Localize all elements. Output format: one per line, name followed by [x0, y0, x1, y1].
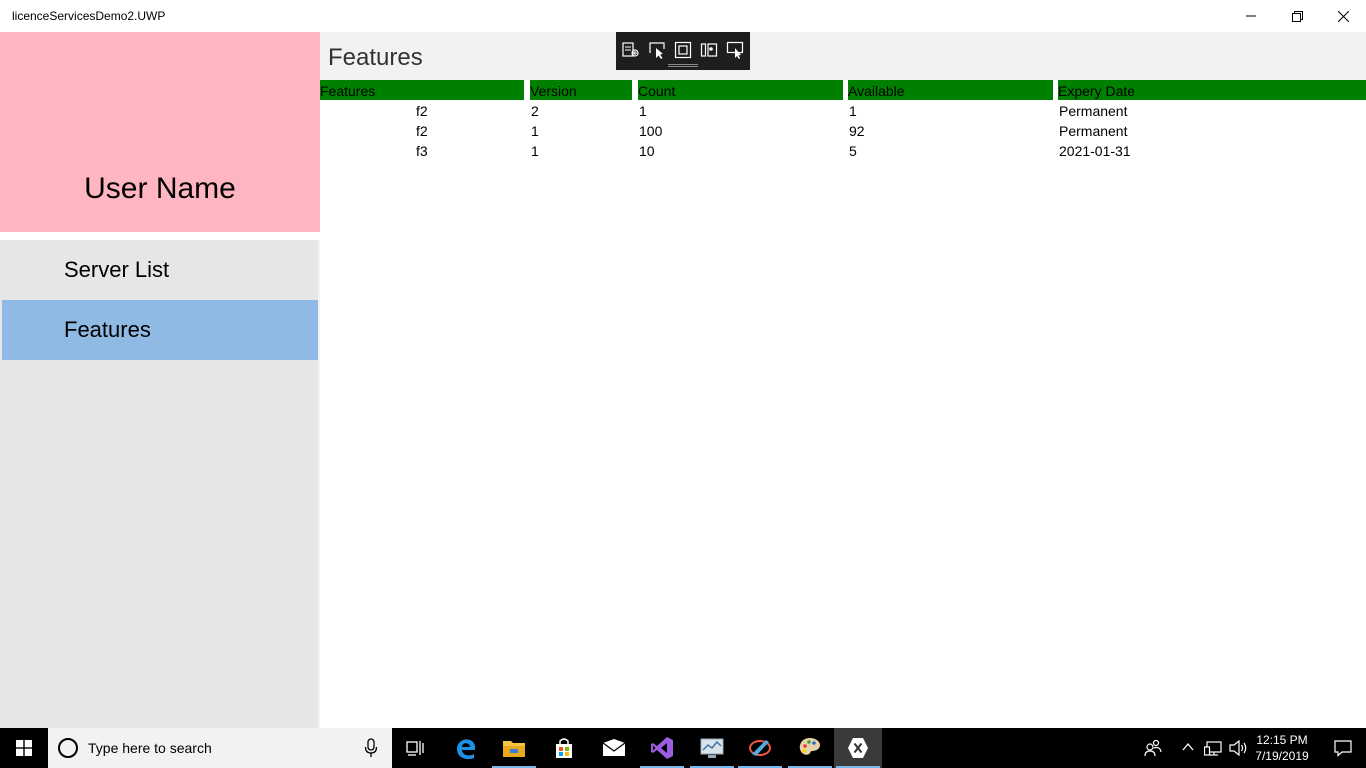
cortana-icon — [58, 738, 78, 758]
debug-toolbar — [616, 32, 750, 70]
minimize-icon — [1246, 15, 1256, 17]
sidebar-item-server-list[interactable]: Server List — [2, 240, 318, 300]
sidebar-item-label: Server List — [64, 257, 170, 282]
display-layout-adorners-icon[interactable] — [674, 41, 692, 59]
edge-browser-icon — [457, 739, 476, 760]
minimize-button[interactable] — [1228, 0, 1274, 32]
navigation-pane: User Name Server List Features — [0, 32, 320, 728]
file-explorer-icon — [503, 741, 525, 757]
column-header-version[interactable]: Version — [530, 80, 632, 100]
select-element-icon[interactable] — [648, 41, 666, 59]
table-cell-version: 2 — [531, 103, 539, 119]
table-cell-available: 5 — [849, 143, 857, 159]
action-center-button[interactable] — [1320, 728, 1366, 768]
sidebar-item-label: Features — [64, 317, 151, 342]
toolbar-drag-handle[interactable] — [668, 64, 698, 67]
taskbar-paint-3d[interactable] — [736, 728, 784, 768]
chevron-up-icon[interactable] — [1182, 742, 1194, 752]
close-icon — [1337, 10, 1349, 22]
search-placeholder: Type here to search — [88, 740, 212, 756]
people-icon[interactable] — [1144, 738, 1162, 758]
taskbar-edge[interactable] — [442, 728, 490, 768]
user-name: User Name — [84, 172, 236, 205]
nav-list: Server List Features — [2, 240, 318, 360]
clock-date: 7/19/2019 — [1255, 749, 1309, 763]
volume-icon[interactable] — [1228, 738, 1248, 758]
close-button[interactable] — [1320, 0, 1366, 32]
taskbar-mail[interactable] — [590, 728, 638, 768]
table-cell-feature: f3 — [416, 143, 428, 159]
table-cell-expiry: 2021-01-31 — [1059, 143, 1131, 159]
live-visual-tree-icon[interactable] — [622, 41, 640, 59]
network-icon[interactable] — [1204, 738, 1222, 758]
table-cell-count: 1 — [639, 103, 647, 119]
xamarin-app-icon — [848, 738, 868, 758]
start-button[interactable] — [0, 728, 48, 768]
content-area: Features Features Version Count Availabl… — [320, 32, 1366, 728]
taskbar-store[interactable] — [540, 728, 588, 768]
title-bar: licenceServicesDemo2.UWP — [0, 0, 1366, 32]
table-cell-feature: f2 — [416, 123, 428, 139]
task-view-icon — [406, 741, 424, 756]
page-title: Features — [328, 44, 423, 71]
column-header-expery-date[interactable]: Expery Date — [1058, 80, 1366, 100]
mail-icon — [602, 739, 626, 756]
windows-logo-icon — [16, 740, 32, 756]
taskbar-app-monitor[interactable] — [688, 728, 736, 768]
microphone-icon[interactable] — [364, 738, 378, 758]
table-cell-feature: f2 — [416, 103, 428, 119]
display-rulers-icon[interactable] — [726, 41, 744, 59]
table-cell-available: 1 — [849, 103, 857, 119]
taskbar-file-explorer[interactable] — [490, 728, 538, 768]
visual-studio-icon — [651, 737, 673, 759]
task-view-button[interactable] — [392, 728, 440, 768]
taskbar-search-box[interactable]: Type here to search — [48, 728, 392, 768]
paint-3d-icon — [749, 740, 771, 756]
table-cell-version: 1 — [531, 123, 539, 139]
content-header: Features — [320, 32, 1366, 80]
table-cell-expiry: Permanent — [1059, 103, 1128, 119]
track-focus-icon[interactable] — [700, 41, 718, 59]
notification-icon — [1334, 740, 1352, 757]
window-title: licenceServicesDemo2.UWP — [12, 9, 166, 23]
column-header-count[interactable]: Count — [638, 80, 843, 100]
clock-time: 12:15 PM — [1256, 733, 1308, 747]
table-cell-available: 92 — [849, 123, 865, 139]
table-cell-version: 1 — [531, 143, 539, 159]
pane-divider — [0, 232, 320, 240]
paint-palette-icon — [799, 738, 820, 755]
restore-button[interactable] — [1274, 0, 1320, 32]
table-cell-expiry: Permanent — [1059, 123, 1128, 139]
restore-icon — [1291, 10, 1303, 22]
taskbar-paint[interactable] — [786, 728, 834, 768]
sidebar-item-features[interactable]: Features — [2, 300, 318, 360]
column-header-features[interactable]: Features — [320, 80, 524, 100]
taskbar-xamarin-app[interactable] — [834, 728, 882, 768]
store-icon — [556, 738, 572, 758]
taskbar: Type here to search 12:15 PM 7/19/2019 — [0, 728, 1366, 768]
user-panel: User Name — [0, 32, 320, 232]
table-cell-count: 100 — [639, 123, 663, 139]
system-clock[interactable]: 12:15 PM 7/19/2019 — [1250, 732, 1314, 764]
system-monitor-icon — [700, 738, 724, 758]
taskbar-visual-studio[interactable] — [638, 728, 686, 768]
column-header-available[interactable]: Available — [848, 80, 1053, 100]
table-cell-count: 10 — [639, 143, 655, 159]
